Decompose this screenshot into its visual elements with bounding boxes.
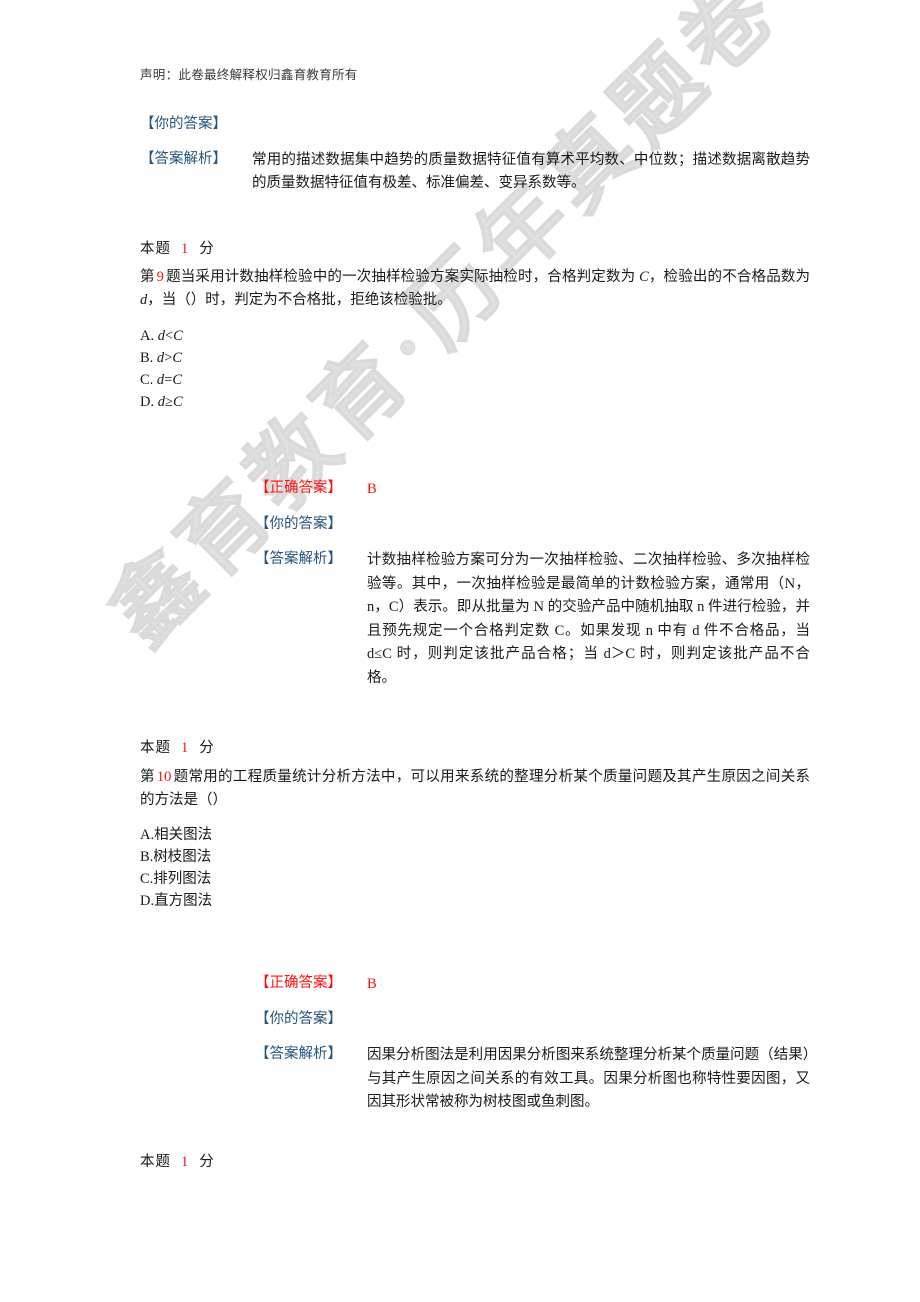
q10-option-a-key: A. (140, 827, 155, 843)
q9-prefix: 第 (140, 269, 155, 285)
q10-explanation-text: 因果分析图法是利用因果分析图来系统整理分析某个质量问题（结果）与其产生原因之间关… (367, 1047, 810, 1111)
q10-option-d-text: 直方图法 (154, 893, 213, 910)
q10-your-answer-row: 【你的答案】 (255, 1009, 810, 1031)
your-answer-label: 【你的答案】 (140, 116, 227, 132)
score-prefix: 本题 (140, 241, 171, 257)
explanation-label: 【答案解析】 (140, 150, 227, 167)
q10-option-a-text: 相关图法 (154, 827, 213, 843)
q9-explanation-row: 【答案解析】 计数抽样检验方案可分为一次抽样检验、二次抽样检验、多次抽样检验等。… (255, 549, 810, 690)
q10-option-b-key: B. (140, 849, 154, 866)
q10-correct-answer-row: 【正确答案】 B (255, 973, 810, 996)
q10-option-c-text: 排列图法 (153, 871, 212, 888)
q9-explanation-text: 计数抽样检验方案可分为一次抽样检验、二次抽样检验、多次抽样检验等。其中，一次抽样… (367, 552, 810, 686)
question-9-options: A. d<C B. d>C C. d=C D. d≥C (140, 325, 810, 413)
q10-correct-answer-label: 【正确答案】 (255, 975, 342, 991)
q9-option-a[interactable]: A. d<C (140, 325, 810, 347)
q10-option-b-text: 树枝图法 (153, 849, 212, 866)
q10-option-d-key: D. (140, 893, 155, 910)
q9-option-d-left: d (157, 394, 165, 411)
q9-stem-part2: ，检验出的不合格品数为 (648, 269, 811, 285)
q9-correct-answer-row: 【正确答案】 B (255, 478, 810, 501)
q9-correct-answer-value: B (367, 481, 377, 497)
q9-explanation-label: 【答案解析】 (255, 551, 342, 568)
previous-question-answer-block: 【你的答案】 【答案解析】 常用的描述数据集中趋势的质量数据特征值有算术平均数、… (140, 114, 810, 209)
question-10-options: A.相关图法 B.树枝图法 C.排列图法 D.直方图法 (140, 824, 810, 912)
score-prefix: 本题 (140, 740, 171, 756)
q10-correct-answer-value: B (367, 976, 377, 992)
q9-option-c-key: C. (140, 372, 154, 389)
copyright-declaration: 声明：此卷最终解释权归鑫育教育所有 (140, 68, 358, 82)
q9-option-d-op: ≥ (164, 394, 173, 411)
question-9-stem: 第 9 题当采用计数抽样检验中的一次抽样检验方案实际抽检时，合格判定数为 C，检验出… (140, 266, 810, 312)
q9-your-answer-label: 【你的答案】 (255, 516, 342, 533)
score-number: 1 (181, 740, 190, 756)
q10-option-a[interactable]: A.相关图法 (140, 824, 810, 846)
score-prefix: 本题 (140, 1154, 171, 1170)
q9-option-c[interactable]: C. d=C (140, 369, 810, 391)
score-suffix: 分 (199, 1154, 215, 1170)
explanation-text: 常用的描述数据集中趋势的质量数据特征值有算术平均数、中位数；描述数据离散趋势的质… (252, 151, 810, 192)
q9-option-b-key: B. (140, 350, 154, 367)
q10-option-d[interactable]: D.直方图法 (140, 890, 810, 912)
q9-option-b[interactable]: B. d>C (140, 347, 810, 369)
q10-option-b[interactable]: B.树枝图法 (140, 846, 810, 868)
q9-option-a-right: C (173, 328, 183, 344)
q9-suffix: 题 (165, 269, 181, 285)
question-9-answer-block: 【正确答案】 B 【你的答案】 【答案解析】 计数抽样检验方案可分为一次抽样检验… (140, 478, 810, 703)
explanation-row: 【答案解析】 常用的描述数据集中趋势的质量数据特征值有算术平均数、中位数；描述数… (140, 149, 810, 196)
exam-page: 鑫育教育·历年真题卷 声明：此卷最终解释权归鑫育教育所有 【你的答案】 【答案解… (0, 0, 920, 1302)
q9-option-d[interactable]: D. d≥C (140, 391, 810, 413)
score-line-prev: 本题 1 分 (140, 237, 810, 258)
score-suffix: 分 (199, 740, 215, 756)
q9-correct-answer-label: 【正确答案】 (255, 480, 342, 496)
q9-option-a-op: < (164, 328, 174, 344)
q10-prefix: 第 (140, 769, 155, 785)
q9-option-a-left: d (157, 328, 165, 344)
q9-option-a-key: A. (140, 328, 155, 344)
q9-your-answer-row: 【你的答案】 (255, 514, 810, 536)
q10-explanation-label: 【答案解析】 (255, 1046, 342, 1063)
q10-stem-part1: 常用的工程质量统计分析方法中，可以用来系统的整理分析某个质量问题及其产生原因之间… (140, 769, 811, 808)
q10-option-c-key: C. (140, 871, 154, 888)
q10-option-c[interactable]: C.排列图法 (140, 868, 810, 890)
q9-stem-math1: C (639, 269, 649, 285)
q9-option-b-right: C (172, 350, 183, 367)
score-line-q10: 本题 1 分 (140, 1150, 810, 1171)
question-10-stem: 第 10 题常用的工程质量统计分析方法中，可以用来系统的整理分析某个质量问题及其产生… (140, 766, 810, 812)
question-10-answer-block: 【正确答案】 B 【你的答案】 【答案解析】 因果分析图法是利用因果分析图来系统… (140, 973, 810, 1128)
q9-number: 9 (156, 269, 164, 285)
q9-option-d-key: D. (140, 394, 155, 411)
your-answer-row: 【你的答案】 (140, 114, 810, 136)
score-suffix: 分 (199, 241, 215, 257)
q10-number: 10 (156, 769, 172, 785)
q9-option-d-right: C (172, 394, 183, 411)
score-line-q9: 本题 1 分 (140, 736, 810, 757)
q10-your-answer-label: 【你的答案】 (255, 1011, 342, 1028)
q10-explanation-row: 【答案解析】 因果分析图法是利用因果分析图来系统整理分析某个质量问题（结果）与其… (255, 1044, 810, 1114)
score-number: 1 (181, 1154, 190, 1170)
q9-stem-part3: ，当（）时，判定为不合格批，拒绝该检验批。 (147, 291, 452, 308)
q9-stem-part1: 当采用计数抽样检验中的一次抽样检验方案实际抽检时，合格判定数为 (180, 269, 640, 285)
q9-option-c-right: C (172, 372, 183, 389)
q10-suffix: 题 (173, 769, 189, 785)
score-number: 1 (181, 241, 190, 257)
